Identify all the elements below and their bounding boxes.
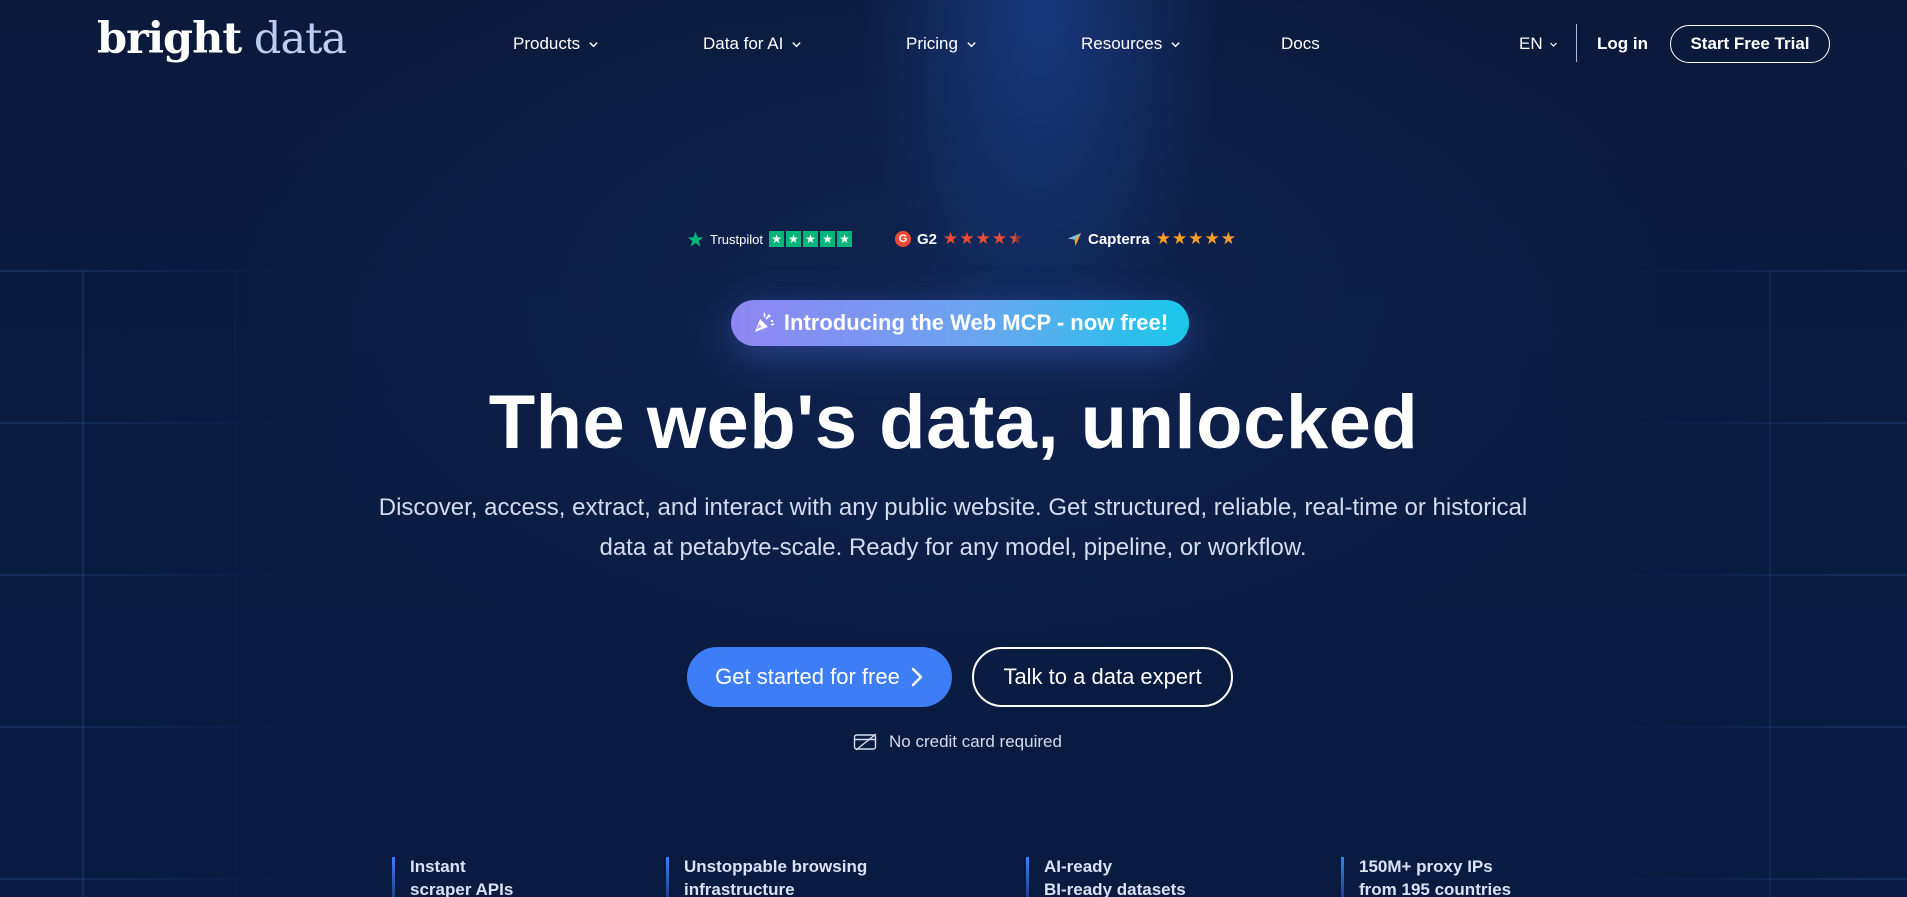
- login-link[interactable]: Log in: [1597, 30, 1648, 58]
- feature-subtitle: scraper APIs: [410, 880, 514, 897]
- rating-capterra-name: Capterra: [1088, 230, 1150, 248]
- feature-title: AI-ready: [1044, 857, 1113, 876]
- chevron-down-icon: [1171, 41, 1180, 47]
- star-icon: ★: [1204, 229, 1220, 248]
- nav-data-for-ai[interactable]: Data for AI: [703, 30, 802, 58]
- logo-word-data: data: [253, 14, 347, 64]
- rating-capterra[interactable]: Capterra ★ ★ ★ ★ ★: [1067, 228, 1236, 250]
- header-divider: [1576, 24, 1577, 62]
- g2-stars: ★ ★ ★ ★ ★: [943, 229, 1023, 249]
- g2-logo-icon: G: [895, 231, 911, 247]
- star-icon: ★: [785, 231, 801, 247]
- no-credit-card-label: No credit card required: [889, 732, 1062, 751]
- no-credit-card-note: No credit card required: [853, 731, 1062, 753]
- hero-subtext: Discover, access, extract, and interact …: [378, 494, 1528, 561]
- hero-headline: The web's data, unlocked: [488, 380, 1419, 465]
- talk-to-expert-button[interactable]: Talk to a data expert: [972, 647, 1233, 707]
- star-icon: ★: [1188, 229, 1204, 248]
- language-label: EN: [1519, 34, 1543, 53]
- start-free-trial-button[interactable]: Start Free Trial: [1670, 25, 1830, 63]
- feature-highlights: Instant scraper APIs Unstoppable browsin…: [0, 855, 1907, 897]
- nav-products[interactable]: Products: [513, 30, 599, 58]
- rating-trustpilot[interactable]: Trustpilot ★ ★ ★ ★ ★: [687, 228, 852, 250]
- site-header: bright data Products Data for AI Pricing…: [0, 0, 1907, 86]
- nav-resources-label: Resources: [1081, 34, 1163, 53]
- star-icon: ★: [836, 231, 852, 247]
- feature-scraper-apis[interactable]: Instant scraper APIs: [392, 855, 513, 897]
- chevron-down-icon: [589, 41, 598, 47]
- star-icon: ★: [1220, 229, 1236, 248]
- capterra-logo-icon: [1067, 232, 1082, 246]
- nav-data-for-ai-label: Data for AI: [703, 34, 784, 53]
- star-icon: ★: [943, 229, 959, 248]
- rating-trustpilot-name: Trustpilot: [710, 231, 763, 247]
- nav-resources[interactable]: Resources: [1081, 30, 1181, 58]
- bright-data-logo[interactable]: bright data: [97, 14, 347, 64]
- star-icon: ★: [768, 231, 784, 247]
- star-icon: ★: [819, 231, 835, 247]
- star-icon: ★: [1171, 229, 1188, 248]
- nav-pricing-label: Pricing: [906, 34, 958, 53]
- grid-decoration-right: [1617, 270, 1907, 897]
- star-icon: ★: [1155, 229, 1171, 248]
- half-star-icon: ★: [1008, 229, 1024, 248]
- trustpilot-star-icon: [687, 231, 704, 247]
- get-started-label: Get started for free: [715, 664, 900, 689]
- grid-decoration-left: [0, 270, 290, 897]
- chevron-right-icon: [911, 667, 923, 687]
- party-popper-icon: [754, 312, 775, 332]
- credit-card-icon: [853, 733, 877, 751]
- star-icon: ★: [959, 229, 975, 248]
- promo-label: Introducing the Web MCP - now free!: [783, 310, 1169, 335]
- nav-pricing[interactable]: Pricing: [906, 30, 977, 58]
- nav-products-label: Products: [513, 34, 581, 53]
- language-selector[interactable]: EN: [1519, 30, 1558, 58]
- feature-subtitle: from 195 countries: [1359, 880, 1512, 897]
- review-ratings: Trustpilot ★ ★ ★ ★ ★ G G2 ★ ★ ★ ★ ★ Capt…: [0, 228, 1907, 250]
- rating-g2-name: G2: [917, 230, 938, 248]
- star-icon: ★: [991, 229, 1008, 248]
- rating-g2[interactable]: G G2 ★ ★ ★ ★ ★: [895, 228, 1023, 250]
- star-icon: ★: [975, 229, 991, 248]
- nav-docs-label: Docs: [1281, 34, 1320, 53]
- capterra-stars: ★ ★ ★ ★ ★: [1156, 229, 1236, 249]
- feature-browsing-infrastructure[interactable]: Unstoppable browsing infrastructure: [666, 855, 867, 897]
- nav-docs[interactable]: Docs: [1281, 30, 1320, 58]
- chevron-down-icon: [967, 41, 976, 47]
- star-icon: ★: [802, 231, 818, 247]
- get-started-button[interactable]: Get started for free: [687, 647, 952, 707]
- feature-datasets[interactable]: AI-ready BI-ready datasets: [1026, 855, 1186, 897]
- feature-title: 150M+ proxy IPs: [1359, 857, 1493, 876]
- feature-proxy-ips[interactable]: 150M+ proxy IPs from 195 countries: [1341, 855, 1511, 897]
- feature-title: Instant: [410, 857, 466, 876]
- trustpilot-stars: ★ ★ ★ ★ ★: [768, 231, 852, 247]
- web-mcp-promo-banner[interactable]: Introducing the Web MCP - now free!: [731, 300, 1189, 346]
- chevron-down-icon: [1549, 42, 1557, 47]
- logo-word-bright: bright: [97, 14, 242, 64]
- feature-subtitle: infrastructure: [684, 880, 795, 897]
- feature-subtitle: BI-ready datasets: [1044, 880, 1186, 897]
- feature-title: Unstoppable browsing: [684, 857, 868, 876]
- chevron-down-icon: [792, 41, 802, 47]
